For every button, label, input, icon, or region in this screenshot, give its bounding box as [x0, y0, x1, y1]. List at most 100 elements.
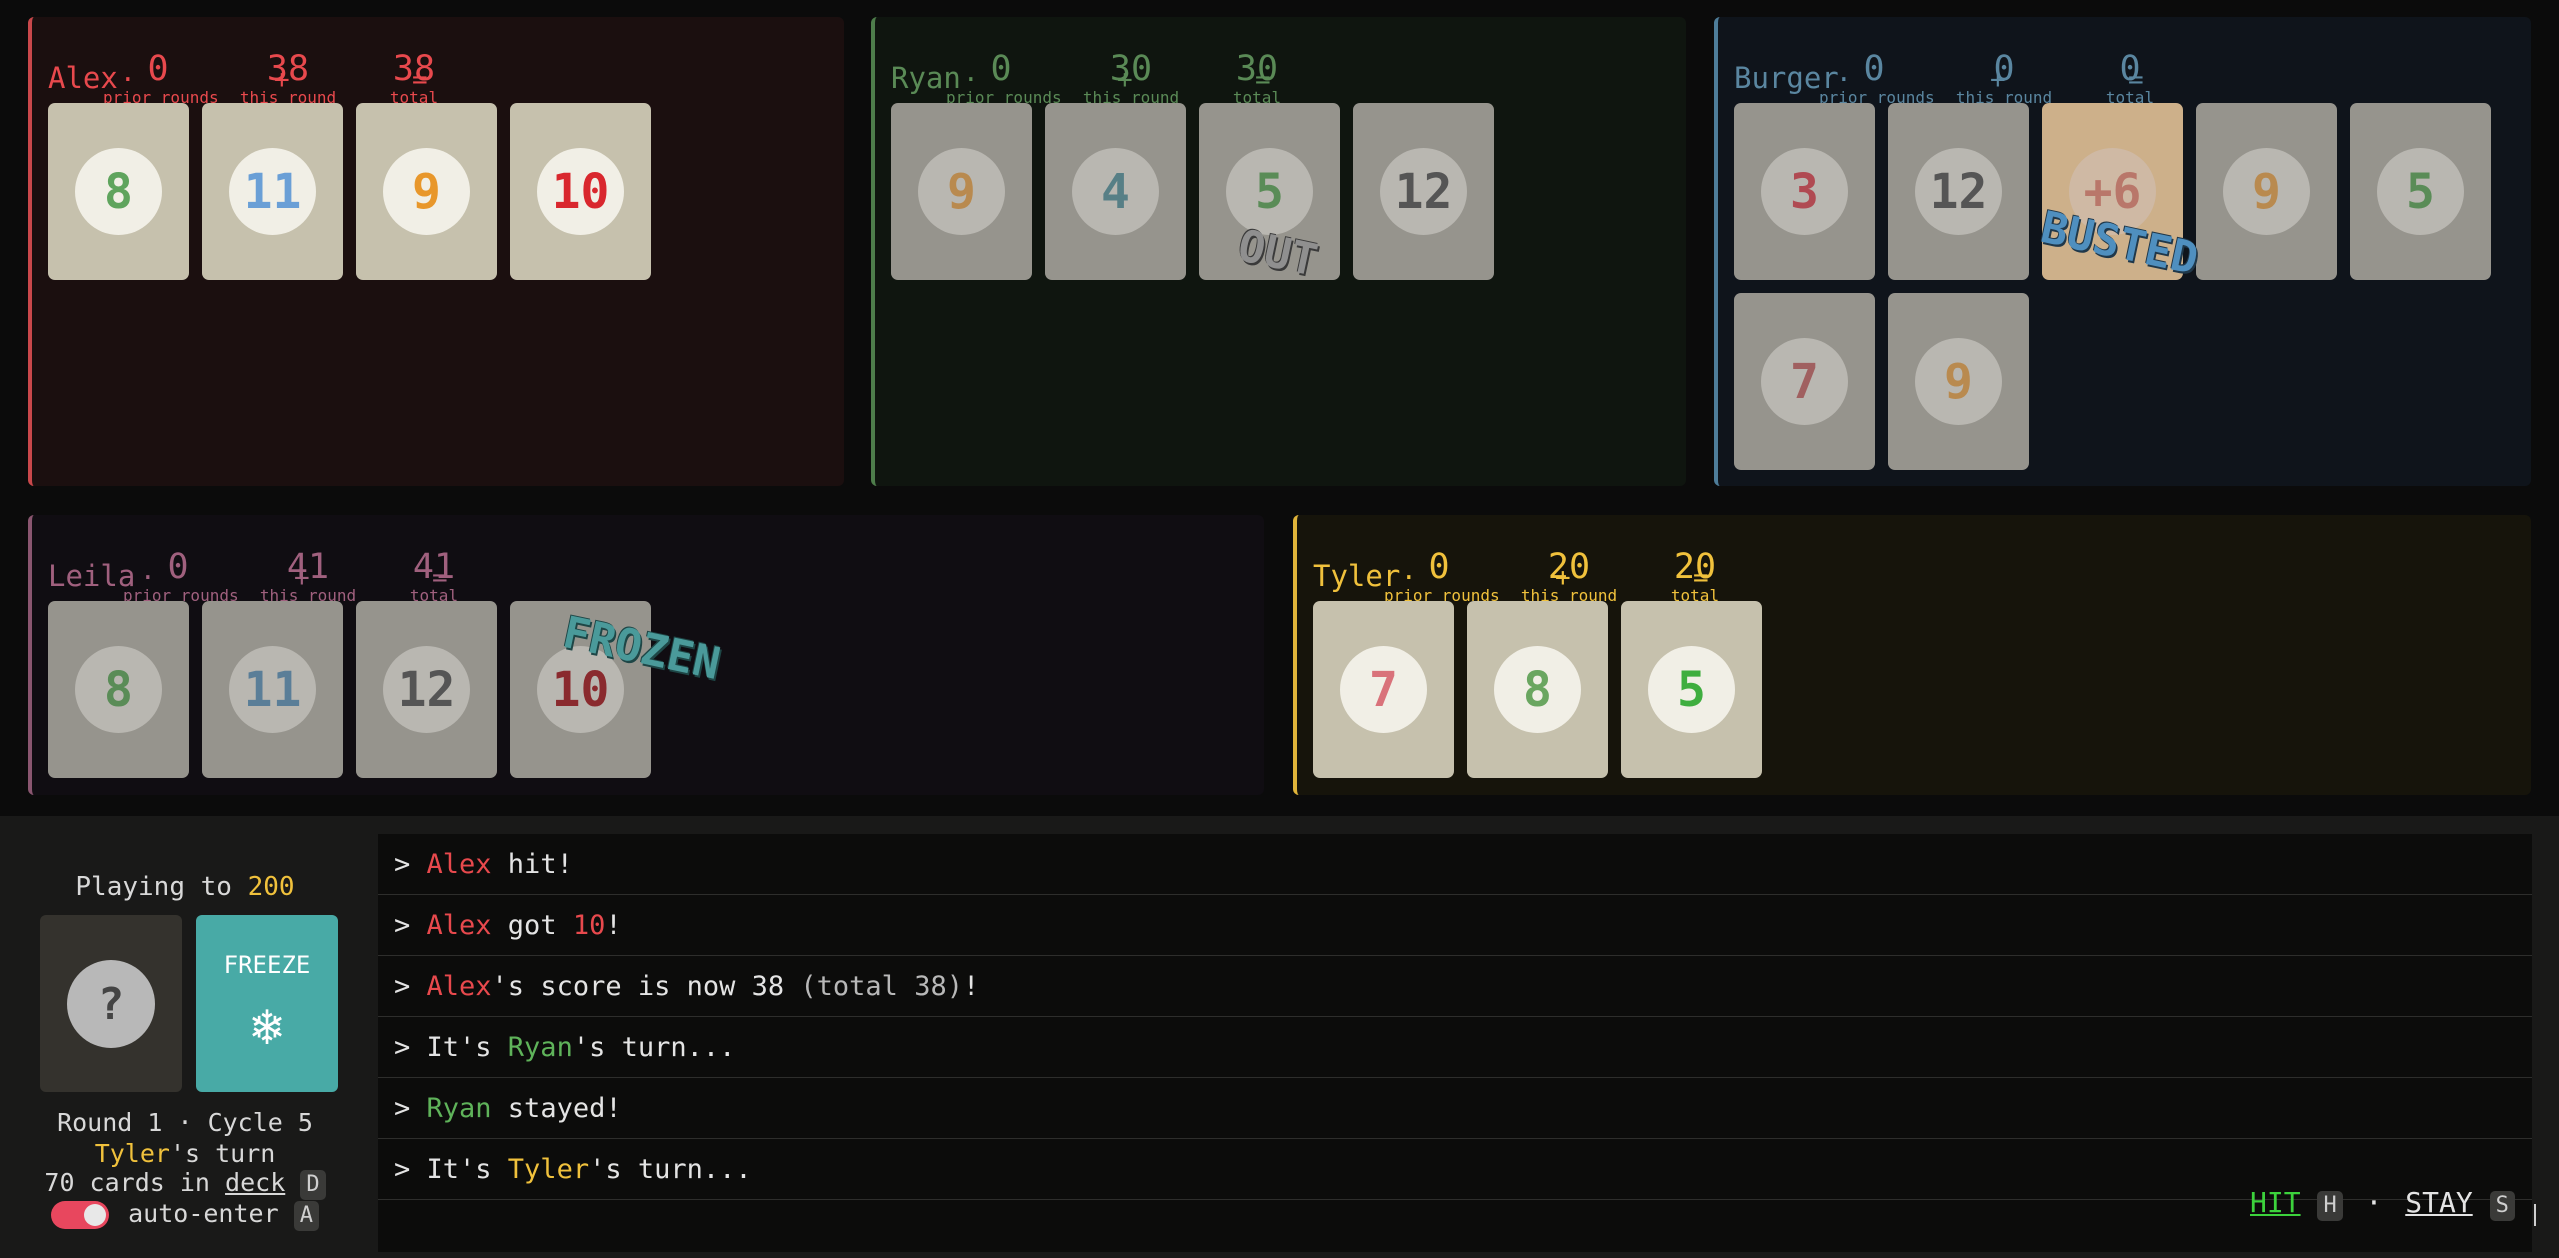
number-card[interactable]: 12: [1888, 103, 2029, 280]
number-card[interactable]: 8: [1467, 601, 1608, 778]
stay-button[interactable]: STAY: [2405, 1186, 2472, 1219]
deck-count-line: 70 cards in deck D: [0, 1168, 370, 1200]
score-this-round: 41 this round: [255, 547, 361, 605]
log-line: > Ryan stayed!: [378, 1078, 2532, 1139]
log-line: > It's Ryan's turn...: [378, 1017, 2532, 1078]
card-value: 12: [1915, 148, 2002, 235]
card-value: 8: [1494, 646, 1581, 733]
number-card[interactable]: 5: [1621, 601, 1762, 778]
game-log: > Alex hit! > Alex got 10! > Alex's score …: [378, 834, 2532, 1252]
card-value: 4: [1072, 148, 1159, 235]
log-segment: !: [605, 909, 622, 941]
card-value: 3: [1761, 148, 1848, 235]
number-card[interactable]: 12: [1353, 103, 1494, 280]
turn-line: Tyler's turn: [94, 1139, 276, 1168]
score-this-round: 30 this round: [1078, 49, 1184, 107]
score-this-round: 38 this round: [235, 49, 341, 107]
auto-enter-toggle[interactable]: [51, 1201, 110, 1229]
card-value: 11: [229, 148, 316, 235]
number-card[interactable]: 7: [1734, 293, 1875, 470]
card-value: 11: [229, 646, 316, 733]
log-segment: (total 38): [800, 970, 963, 1002]
number-card[interactable]: 10: [510, 601, 651, 778]
number-card[interactable]: 10: [510, 103, 651, 280]
log-segment: > It's: [394, 1031, 508, 1063]
score-value: 30: [1109, 49, 1153, 89]
log-segment: >: [394, 909, 427, 941]
log-segment: > It's: [394, 1153, 508, 1185]
deck-link[interactable]: deck: [225, 1168, 285, 1197]
score-value: 38: [392, 49, 436, 89]
status-panel: Playing to 200 ? FREEZE ❄ Round 1 · Cycl…: [0, 816, 370, 1258]
score-value: 0: [167, 547, 189, 587]
player-panel-burger: Burger · + = 0 prior rounds 0 this round 0 total 3…: [1714, 17, 2531, 486]
log-segment: 10: [572, 909, 606, 941]
log-segment: >: [394, 848, 427, 880]
score-value: 0: [990, 49, 1012, 89]
number-card[interactable]: +6: [2042, 103, 2183, 280]
deck-key: D: [300, 1170, 326, 1200]
stay-key: S: [2489, 1191, 2515, 1221]
scroll-indicator[interactable]: [2534, 1204, 2536, 1226]
toggle-knob: [84, 1204, 107, 1226]
log-segment: >: [394, 970, 427, 1002]
score-value: 0: [147, 49, 169, 89]
score-prior: 0 prior rounds: [103, 49, 219, 107]
log-segment: hit!: [491, 848, 573, 880]
round-line: Round 1 · Cycle 5: [57, 1108, 313, 1137]
score-value: 41: [286, 547, 330, 587]
freeze-card[interactable]: FREEZE ❄: [196, 915, 338, 1092]
player-panel-alex: Alex · + = 0 prior rounds 38 this round 38 total 8…: [28, 17, 844, 486]
card-value: 7: [1761, 338, 1848, 425]
action-separator: ·: [2365, 1186, 2383, 1219]
score-total: 30 total: [1222, 49, 1292, 107]
log-segment: !: [962, 970, 980, 1002]
score-value: 38: [266, 49, 310, 89]
auto-enter-key: A: [293, 1201, 319, 1231]
card-value: 7: [1340, 646, 1427, 733]
number-card[interactable]: 11: [202, 103, 343, 280]
card-value: 5: [2377, 148, 2464, 235]
card-value: 10: [537, 148, 624, 235]
score-value: 41: [412, 547, 456, 587]
score-prior: 0 prior rounds: [123, 547, 239, 605]
number-card[interactable]: 5: [2350, 103, 2491, 280]
number-card[interactable]: 8: [48, 601, 189, 778]
number-card[interactable]: 12: [356, 601, 497, 778]
log-segment: Alex: [426, 848, 492, 880]
auto-enter-line: auto-enter A: [0, 1199, 370, 1231]
number-card[interactable]: 9: [356, 103, 497, 280]
log-segment: got: [491, 909, 573, 941]
number-card[interactable]: 7: [1313, 601, 1454, 778]
turn-player: Tyler: [94, 1139, 170, 1168]
hit-key: H: [2317, 1191, 2343, 1221]
score-total: 38 total: [379, 49, 449, 107]
number-card[interactable]: 8: [48, 103, 189, 280]
card-value: 9: [383, 148, 470, 235]
score-this-round: 0 this round: [1951, 49, 2057, 107]
number-card[interactable]: 9: [891, 103, 1032, 280]
log-segment: >: [394, 1092, 427, 1124]
score-total: 41 total: [399, 547, 469, 605]
number-card[interactable]: 3: [1734, 103, 1875, 280]
log-segment: 's turn...: [572, 1031, 736, 1063]
number-card[interactable]: 11: [202, 601, 343, 778]
log-segment: Tyler: [507, 1153, 590, 1185]
snowflake-icon: ❄: [251, 997, 283, 1057]
log-segment: Ryan: [426, 1092, 492, 1124]
number-card[interactable]: 4: [1045, 103, 1186, 280]
score-value: 20: [1673, 547, 1717, 587]
score-value: 0: [1993, 49, 2015, 89]
player-panel-tyler: Tyler · + = 0 prior rounds 20 this round 20 total…: [1293, 515, 2531, 795]
score-total: 0 total: [2095, 49, 2165, 107]
number-card[interactable]: 5: [1199, 103, 1340, 280]
number-card[interactable]: 9: [2196, 103, 2337, 280]
log-segment: 's score is now 38: [491, 970, 801, 1002]
hit-button[interactable]: HIT: [2250, 1186, 2301, 1219]
log-line: > Alex got 10!: [378, 895, 2532, 956]
log-line: > It's Tyler's turn...: [378, 1139, 2532, 1200]
number-card[interactable]: 9: [1888, 293, 2029, 470]
deck-card[interactable]: ?: [40, 915, 182, 1092]
card-value: 8: [75, 646, 162, 733]
player-panel-leila: Leila · + = 0 prior rounds 41 this round 41 total…: [28, 515, 1264, 795]
